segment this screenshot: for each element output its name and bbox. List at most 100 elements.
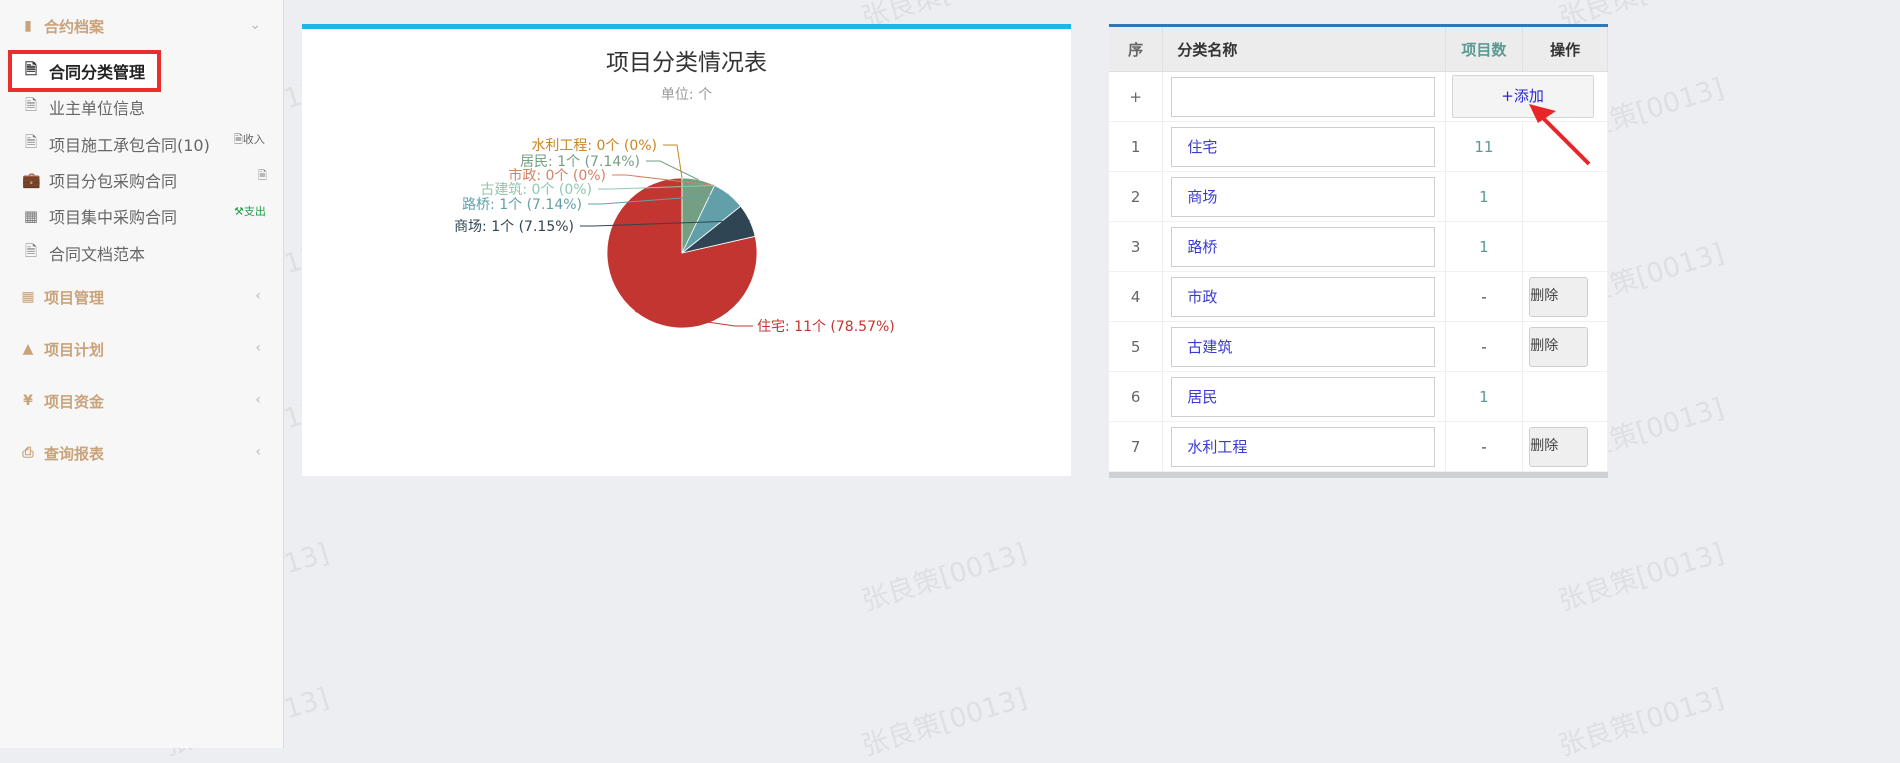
pie-label-0: 住宅: 11个 (78.57%) xyxy=(757,319,895,335)
category-name-input[interactable]: 市政 xyxy=(1171,276,1436,317)
pie-label-6: 水利工程: 0个 (0%) xyxy=(531,138,657,154)
row-count: - xyxy=(1445,321,1524,372)
category-name-input[interactable]: 水利工程 xyxy=(1171,426,1436,467)
sidebar-group-project-plan[interactable]: ▲ 项目计划 ‹ xyxy=(0,331,283,367)
expense-tag: ⚒支出 xyxy=(234,205,266,218)
category-name-input[interactable]: 商场 xyxy=(1171,176,1436,217)
sidebar-group-project-management[interactable]: ▦ 项目管理 ‹ xyxy=(0,279,283,315)
watermark-text: 张良策[0013] xyxy=(1555,537,1728,618)
sidebar-item-label: 项目分包采购合同 xyxy=(49,172,178,191)
table-row: 7 水利工程 - 删除 xyxy=(1109,421,1608,472)
pie-label-1: 商场: 1个 (7.15%) xyxy=(454,219,574,235)
sidebar-item-contract-category[interactable]: 🗎 合同分类管理 xyxy=(8,50,161,92)
book-icon: ▮ xyxy=(24,18,32,34)
header-count: 项目数 xyxy=(1445,27,1524,72)
sidebar-item-subcontract-purchase[interactable]: 💼 项目分包采购合同 🗎 xyxy=(0,163,283,197)
category-name-input[interactable]: 住宅 xyxy=(1171,126,1436,167)
document-icon: 🗎 xyxy=(24,132,38,151)
sidebar-item-label: 合同文档范本 xyxy=(49,245,146,264)
table-row: 1 住宅 11 xyxy=(1109,121,1608,172)
table-row: 3 路桥 1 xyxy=(1109,221,1608,272)
sidebar-group-label: 项目计划 xyxy=(44,340,105,359)
sidebar-item-label: 合同分类管理 xyxy=(49,63,146,82)
row-seq: 4 xyxy=(1109,271,1164,322)
document-icon: 🗎 xyxy=(258,169,267,182)
header-op: 操作 xyxy=(1522,27,1608,72)
row-op xyxy=(1522,171,1608,222)
sidebar-item-owner-info[interactable]: 🗎 业主单位信息 xyxy=(0,90,283,124)
pie-chart: 住宅: 11个 (78.57%)水利工程: 0个 (0%)居民: 1个 (7.1… xyxy=(454,138,895,335)
document-icon: 🗎 xyxy=(234,133,243,146)
table-row: 2 商场 1 xyxy=(1109,171,1608,222)
row-count: 1 xyxy=(1445,171,1524,222)
row-seq: 7 xyxy=(1109,421,1164,472)
area-chart-icon: ▲ xyxy=(22,341,34,357)
row-count: 1 xyxy=(1445,221,1524,272)
row-seq: 5 xyxy=(1109,321,1164,372)
delete-button[interactable]: 删除 xyxy=(1529,326,1589,367)
category-table-panel: 序 分类名称 项目数 操作 + +添加 1 住宅 11 2 商场 1 3 路桥 1 4 市政 - 删除 5… xyxy=(1109,24,1608,478)
income-tag: 🗎收入 xyxy=(234,133,265,146)
row-seq: 1 xyxy=(1109,121,1164,172)
watermark-text: 张良策[0013] xyxy=(1555,682,1728,763)
chevron-left-icon: ‹ xyxy=(255,444,261,460)
sidebar-item-central-purchase[interactable]: ▦ 项目集中采购合同 ⚒支出 xyxy=(0,199,283,233)
sidebar-group-label: 合约档案 xyxy=(44,17,105,36)
sidebar-group-label: 查询报表 xyxy=(44,444,105,463)
row-count: - xyxy=(1445,421,1524,472)
watermark-text: 张良策[0013] xyxy=(858,537,1031,618)
row-seq: 3 xyxy=(1109,221,1164,272)
row-op: 删除 xyxy=(1522,271,1608,322)
sidebar-group-label: 项目管理 xyxy=(44,288,105,307)
delete-button[interactable]: 删除 xyxy=(1529,276,1589,317)
pie-label-line-6 xyxy=(663,144,683,179)
category-name-input[interactable]: 居民 xyxy=(1171,376,1436,417)
sidebar-item-document-template[interactable]: 🗎 合同文档范本 xyxy=(0,236,283,270)
row-op xyxy=(1522,371,1608,422)
chart-panel: 项目分类情况表 单位: 个 住宅: 11个 (78.57%) 水利工程: 0个 (… xyxy=(302,24,1071,476)
category-table: 序 分类名称 项目数 操作 + +添加 1 住宅 11 2 商场 1 3 路桥 1 4 市政 - 删除 5… xyxy=(1109,27,1608,472)
sidebar-item-label: 项目集中采购合同 xyxy=(49,208,178,227)
document-icon: 🗎 xyxy=(24,59,38,78)
row-op: 删除 xyxy=(1522,421,1608,472)
watermark-text: 张良策[0013] xyxy=(858,682,1031,763)
new-category-row: + +添加 xyxy=(1109,71,1608,122)
calculator-icon: ▦ xyxy=(23,207,39,225)
header-seq: 序 xyxy=(1109,27,1164,72)
sidebar-group-contract-archive[interactable]: ▮ 合约档案 ⌄ xyxy=(0,8,283,44)
header-name: 分类名称 xyxy=(1162,27,1446,72)
add-category-button[interactable]: +添加 xyxy=(1451,75,1594,118)
chevron-left-icon: ‹ xyxy=(255,288,261,304)
row-seq: 2 xyxy=(1109,171,1164,222)
row-count: 1 xyxy=(1445,371,1524,422)
table-row: 4 市政 - 删除 xyxy=(1109,271,1608,322)
sidebar-item-construction-contract[interactable]: 🗎 项目施工承包合同(10) 🗎收入 xyxy=(0,127,283,161)
pie-label-3: 古建筑: 0个 (0%) xyxy=(480,182,592,198)
new-category-input[interactable] xyxy=(1171,76,1436,117)
category-name-input[interactable]: 古建筑 xyxy=(1171,326,1436,367)
row-op: 删除 xyxy=(1522,321,1608,372)
chevron-left-icon: ‹ xyxy=(255,340,261,356)
sidebar-item-label: 项目施工承包合同(10) xyxy=(49,136,210,155)
row-count: 11 xyxy=(1445,121,1524,172)
printer-icon: ⎙ xyxy=(22,445,34,461)
sidebar-group-project-funds[interactable]: ¥ 项目资金 ‹ xyxy=(0,383,283,419)
sidebar: ▮ 合约档案 ⌄ 🗎 合同分类管理 🗎 业主单位信息 🗎 项目施工承包合同(10… xyxy=(0,0,284,748)
row-op xyxy=(1522,221,1608,272)
briefcase-icon: 💼 xyxy=(22,171,41,189)
sidebar-group-query-report[interactable]: ⎙ 查询报表 ‹ xyxy=(0,435,283,471)
delete-button[interactable]: 删除 xyxy=(1529,426,1589,467)
new-row-marker: + xyxy=(1109,71,1164,122)
row-op xyxy=(1522,121,1608,172)
table-header-row: 序 分类名称 项目数 操作 xyxy=(1109,27,1608,72)
category-name-input[interactable]: 路桥 xyxy=(1171,226,1436,267)
sidebar-group-label: 项目资金 xyxy=(44,392,105,411)
chevron-left-icon: ‹ xyxy=(255,392,261,408)
sidebar-item-label: 业主单位信息 xyxy=(49,99,146,118)
row-seq: 6 xyxy=(1109,371,1164,422)
word-document-icon: 🗎 xyxy=(24,241,38,260)
pie-label-line-5 xyxy=(646,160,699,181)
table-row: 6 居民 1 xyxy=(1109,371,1608,422)
row-count: - xyxy=(1445,271,1524,322)
table-row: 5 古建筑 - 删除 xyxy=(1109,321,1608,372)
